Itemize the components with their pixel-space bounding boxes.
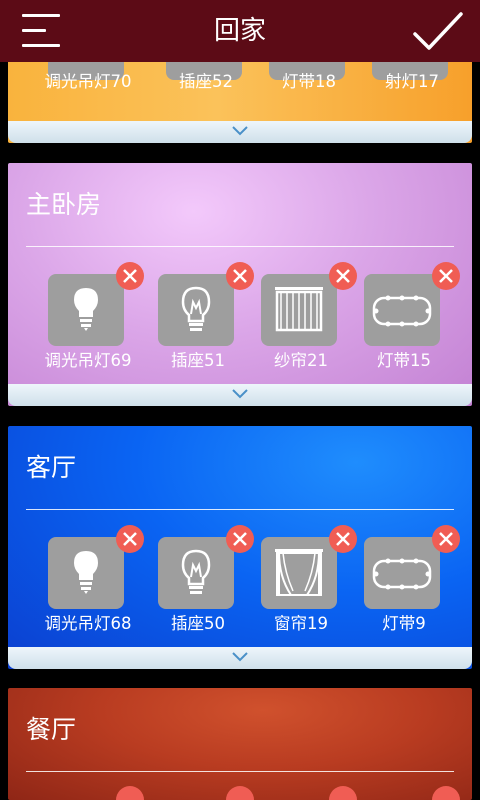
divider [26, 509, 454, 510]
hamburger-menu-icon[interactable] [22, 14, 64, 48]
room-title: 客厅 [26, 453, 77, 482]
device-label: 插座52 [179, 72, 233, 91]
device-label: 灯带15 [377, 351, 431, 370]
light-strip-icon[interactable] [364, 274, 440, 346]
scene-device-list[interactable]: 调光吊灯70 插座52 灯带18 射灯17 主卧房 调光吊灯69 插座51 纱帘… [0, 0, 480, 800]
chevron-down-icon [232, 389, 248, 399]
device-label: 调光吊灯69 [44, 351, 132, 370]
device-label: 纱帘21 [274, 351, 328, 370]
sheer-curtain-icon[interactable] [261, 274, 337, 346]
bulb-icon[interactable] [48, 274, 124, 346]
delete-icon[interactable] [432, 525, 460, 553]
room-title: 餐厅 [26, 715, 77, 744]
curtain-icon[interactable] [261, 537, 337, 609]
delete-icon[interactable] [432, 262, 460, 290]
delete-icon[interactable] [329, 525, 357, 553]
app-root: 调光吊灯70 插座52 灯带18 射灯17 主卧房 调光吊灯69 插座51 纱帘… [0, 0, 480, 800]
delete-icon[interactable] [116, 525, 144, 553]
device-label: 调光吊灯68 [44, 614, 132, 633]
device-label: 插座51 [171, 351, 225, 370]
checkmark-icon[interactable] [412, 10, 464, 54]
expand-bar[interactable] [8, 121, 472, 143]
expand-bar[interactable] [8, 384, 472, 406]
room-card-dining-room: 餐厅 [8, 688, 472, 800]
device-label: 窗帘19 [274, 614, 328, 633]
delete-icon[interactable] [116, 786, 144, 800]
device-label: 调光吊灯70 [44, 72, 132, 91]
expand-bar[interactable] [8, 647, 472, 669]
delete-icon[interactable] [116, 262, 144, 290]
delete-icon[interactable] [226, 525, 254, 553]
delete-icon[interactable] [226, 786, 254, 800]
delete-icon[interactable] [329, 262, 357, 290]
delete-icon[interactable] [432, 786, 460, 800]
lamp-icon[interactable] [158, 537, 234, 609]
room-card-master-bedroom: 主卧房 调光吊灯69 插座51 纱帘21 灯带15 [8, 163, 472, 406]
divider [26, 771, 454, 772]
lamp-icon[interactable] [158, 274, 234, 346]
page-title: 回家 [213, 16, 266, 46]
chevron-down-icon [232, 652, 248, 662]
divider [26, 246, 454, 247]
room-card-living-room: 客厅 调光吊灯68 插座50 窗帘19 灯带9 [8, 426, 472, 669]
chevron-down-icon [232, 126, 248, 136]
light-strip-icon[interactable] [364, 537, 440, 609]
bulb-icon[interactable] [48, 537, 124, 609]
delete-icon[interactable] [226, 262, 254, 290]
top-bar: 回家 [0, 0, 480, 62]
delete-icon[interactable] [329, 786, 357, 800]
device-label: 灯带18 [282, 72, 336, 91]
device-label: 插座50 [171, 614, 225, 633]
device-label: 射灯17 [385, 72, 439, 91]
device-label: 灯带9 [382, 614, 426, 633]
room-title: 主卧房 [26, 190, 102, 219]
